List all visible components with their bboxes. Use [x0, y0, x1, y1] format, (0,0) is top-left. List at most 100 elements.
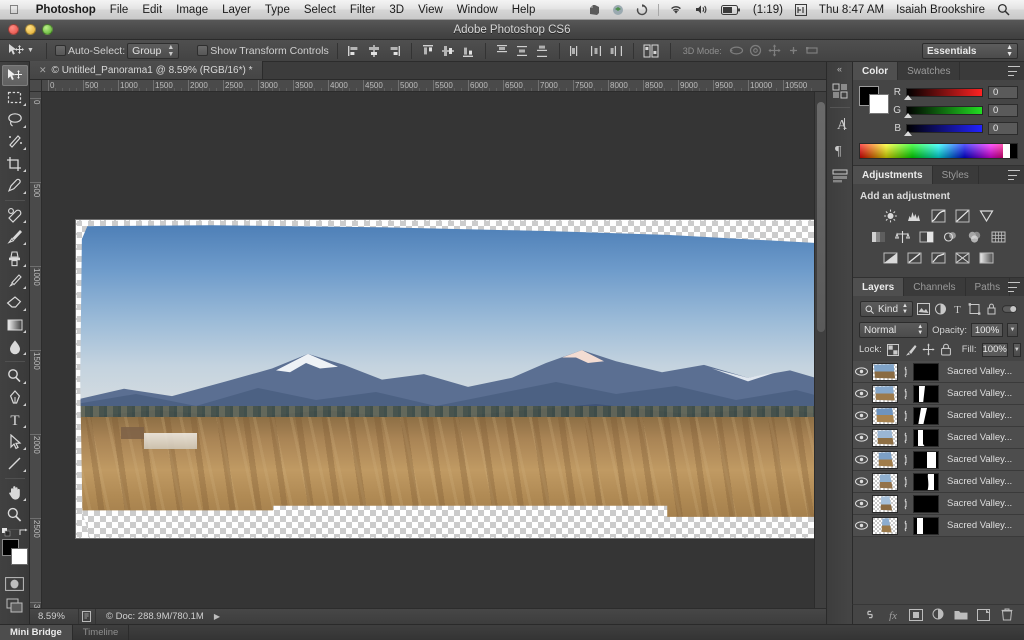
- character-panel-icon[interactable]: A: [829, 113, 851, 135]
- tool-zoom[interactable]: [2, 504, 28, 525]
- chevron-down-icon[interactable]: ▼: [27, 47, 34, 54]
- expand-panels-icon[interactable]: «: [837, 64, 842, 74]
- panel-menu-icon[interactable]: [1008, 282, 1020, 292]
- tab-paths[interactable]: Paths: [966, 278, 1011, 296]
- wifi-icon[interactable]: [663, 4, 689, 15]
- tool-move[interactable]: [2, 65, 28, 86]
- lock-image-pixels-icon[interactable]: [904, 342, 917, 357]
- filter-adjustment-icon[interactable]: [934, 302, 947, 317]
- layer-row[interactable]: Sacred Valley...: [853, 515, 1024, 537]
- layer-link-icon[interactable]: [901, 388, 910, 400]
- layer-link-icon[interactable]: [901, 366, 910, 378]
- layer-name[interactable]: Sacred Valley...: [942, 432, 1022, 443]
- curves-icon[interactable]: [930, 208, 947, 223]
- layer-mask-thumbnail[interactable]: [913, 495, 939, 513]
- close-tab-icon[interactable]: ✕: [39, 65, 47, 76]
- tool-spot-healing-brush[interactable]: [2, 204, 28, 225]
- green-slider[interactable]: [906, 106, 983, 115]
- layer-thumbnail[interactable]: [872, 517, 898, 535]
- tab-channels[interactable]: Channels: [904, 278, 965, 296]
- menu-app-name[interactable]: Photoshop: [29, 0, 103, 20]
- layer-thumbnail[interactable]: [872, 363, 898, 381]
- layer-row[interactable]: Sacred Valley...: [853, 493, 1024, 515]
- delete-layer-icon[interactable]: [999, 607, 1015, 623]
- layer-visibility-toggle[interactable]: [853, 477, 869, 486]
- layer-mask-thumbnail[interactable]: [913, 473, 939, 491]
- layer-thumbnail[interactable]: [872, 385, 898, 403]
- layer-row[interactable]: Sacred Valley...: [853, 471, 1024, 493]
- menu-3d[interactable]: 3D: [382, 0, 411, 20]
- layer-visibility-toggle[interactable]: [853, 367, 869, 376]
- lock-all-icon[interactable]: [940, 342, 952, 357]
- vertical-ruler[interactable]: 050010001500200025003000: [30, 92, 42, 640]
- layer-thumbnail[interactable]: [872, 473, 898, 491]
- invert-icon[interactable]: [882, 250, 899, 265]
- tool-crop[interactable]: [2, 153, 28, 174]
- menu-file[interactable]: File: [103, 0, 136, 20]
- tool-eraser[interactable]: [2, 292, 28, 313]
- layer-row[interactable]: Sacred Valley...: [853, 361, 1024, 383]
- layer-name[interactable]: Sacred Valley...: [942, 476, 1022, 487]
- canvas-viewport[interactable]: [42, 92, 826, 640]
- tool-history-brush[interactable]: [2, 270, 28, 291]
- filter-pixel-icon[interactable]: [917, 302, 930, 317]
- distribute-horizontal-centers-icon[interactable]: [588, 42, 605, 59]
- canvas-vertical-scrollbar[interactable]: [814, 92, 826, 640]
- align-bottom-edges-icon[interactable]: [460, 42, 477, 59]
- layer-thumbnail[interactable]: [872, 429, 898, 447]
- tab-styles[interactable]: Styles: [933, 166, 979, 184]
- background-color-swatch[interactable]: [869, 94, 889, 114]
- blue-value-field[interactable]: 0: [988, 122, 1018, 135]
- current-tool-preset[interactable]: ▼: [4, 43, 38, 58]
- align-horizontal-centers-icon[interactable]: [366, 42, 383, 59]
- rotate-3d-icon[interactable]: [728, 42, 745, 59]
- drag-3d-icon[interactable]: [766, 42, 783, 59]
- layer-mask-thumbnail[interactable]: [913, 363, 939, 381]
- color-lookup-icon[interactable]: [990, 229, 1007, 244]
- panel-menu-icon[interactable]: [1008, 170, 1020, 180]
- exposure-icon[interactable]: [954, 208, 971, 223]
- tab-adjustments[interactable]: Adjustments: [853, 166, 933, 184]
- layer-style-fx-icon[interactable]: fx: [885, 607, 901, 623]
- color-ramp-endpoints[interactable]: [1003, 144, 1017, 158]
- opacity-stepper[interactable]: ▼: [1007, 323, 1018, 337]
- layer-link-icon[interactable]: [901, 498, 910, 510]
- layer-name[interactable]: Sacred Valley...: [942, 410, 1022, 421]
- blend-mode-dropdown[interactable]: Normal ▲▼: [859, 322, 928, 338]
- lock-transparent-pixels-icon[interactable]: [887, 342, 899, 357]
- layer-row[interactable]: Sacred Valley...: [853, 405, 1024, 427]
- tool-quick-selection[interactable]: [2, 131, 28, 152]
- layer-visibility-toggle[interactable]: [853, 389, 869, 398]
- history-panel-icon[interactable]: [829, 165, 851, 187]
- fill-stepper[interactable]: ▼: [1013, 343, 1021, 357]
- blue-slider[interactable]: [906, 124, 983, 133]
- tool-blur[interactable]: [2, 336, 28, 357]
- layer-visibility-toggle[interactable]: [853, 521, 869, 530]
- link-layers-icon[interactable]: [862, 607, 878, 623]
- tool-path-selection[interactable]: [2, 431, 28, 452]
- layer-visibility-toggle[interactable]: [853, 411, 869, 420]
- volume-icon[interactable]: [689, 4, 715, 15]
- tool-line-shape[interactable]: [2, 453, 28, 474]
- slider-knob[interactable]: [904, 95, 912, 100]
- new-group-icon[interactable]: [953, 607, 969, 623]
- background-color-swatch[interactable]: [11, 548, 28, 565]
- layer-link-icon[interactable]: [901, 410, 910, 422]
- sync-icon[interactable]: [630, 4, 654, 16]
- workspace-switcher[interactable]: Essentials ▲▼: [922, 43, 1018, 59]
- menu-select[interactable]: Select: [297, 0, 343, 20]
- layer-link-icon[interactable]: [901, 476, 910, 488]
- layer-mask-thumbnail[interactable]: [913, 385, 939, 403]
- menu-edit[interactable]: Edit: [135, 0, 169, 20]
- expand-arrow-icon[interactable]: ▶: [214, 612, 220, 621]
- layer-thumbnail[interactable]: [872, 451, 898, 469]
- fill-value-field[interactable]: 100%: [982, 343, 1008, 357]
- menu-filter[interactable]: Filter: [343, 0, 383, 20]
- tab-swatches[interactable]: Swatches: [898, 62, 960, 80]
- hue-saturation-icon[interactable]: [870, 229, 887, 244]
- lock-position-icon[interactable]: [922, 342, 935, 357]
- filter-type-icon[interactable]: T: [951, 302, 964, 317]
- menubar-user-name[interactable]: Isaiah Brookshire: [890, 0, 991, 20]
- new-adjustment-layer-icon[interactable]: [930, 607, 946, 623]
- tool-brush[interactable]: [2, 226, 28, 247]
